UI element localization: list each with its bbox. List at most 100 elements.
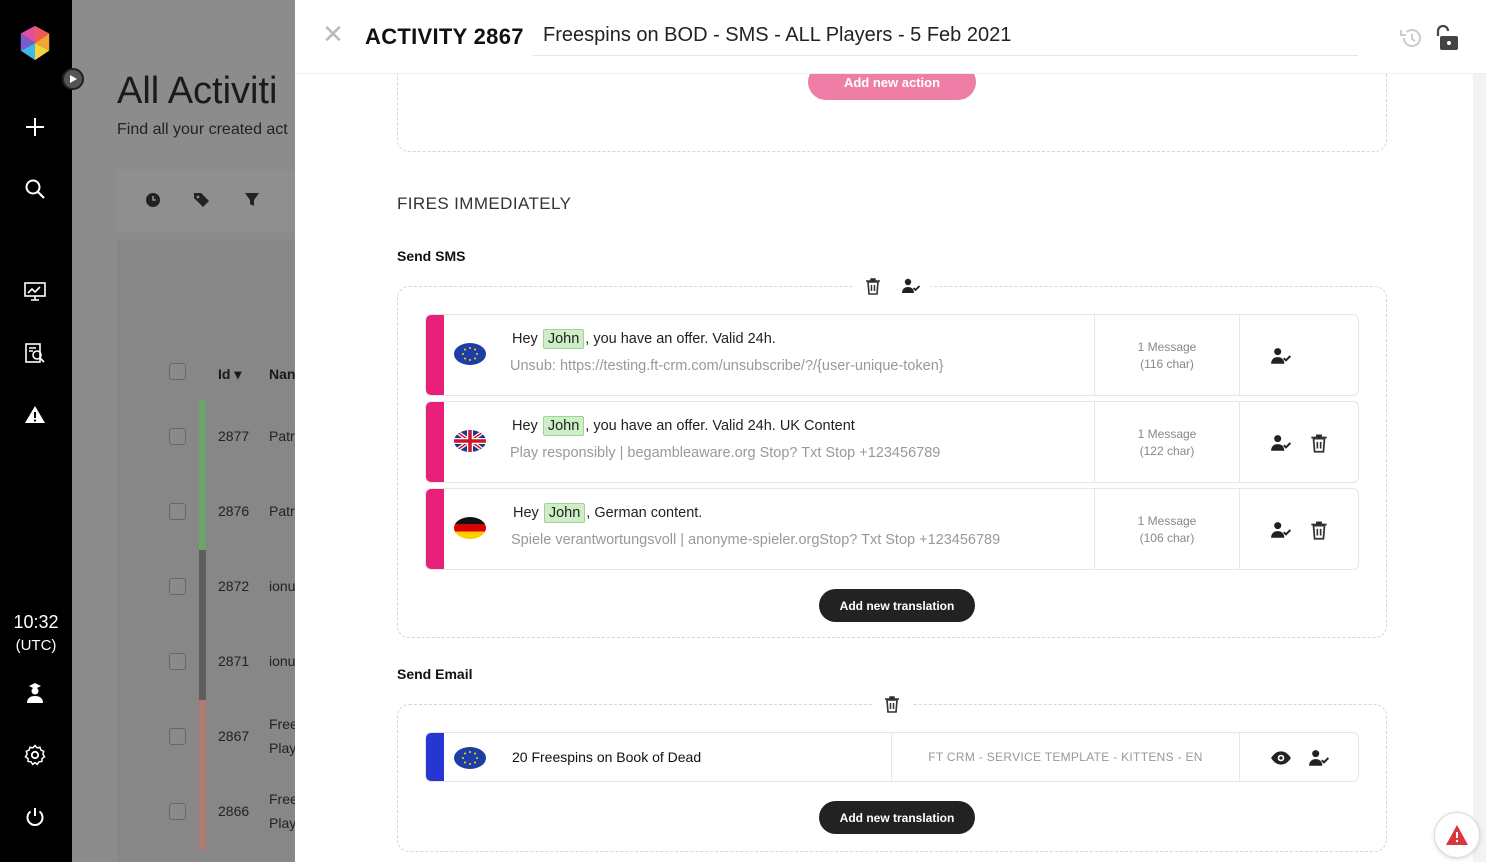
row-checkbox[interactable] (169, 728, 186, 745)
app-logo-icon[interactable] (16, 24, 54, 62)
tags-icon[interactable] (192, 190, 212, 210)
message-count: 1 Message (106 char) (1137, 514, 1197, 545)
eu-flag-icon (454, 747, 486, 769)
channel-stripe (426, 315, 444, 395)
row-id: 2877 (218, 428, 250, 444)
row-name: ionu (269, 653, 296, 669)
status-bar (199, 550, 206, 625)
row-name: Patr (269, 503, 295, 519)
message-body[interactable]: Hey John, you have an offer. Valid 24h. (512, 329, 776, 349)
divider (1239, 315, 1240, 395)
row-name: Patr (269, 428, 295, 444)
expand-sidebar-button[interactable] (62, 68, 84, 90)
message-count: 1 Message (122 char) (1137, 427, 1197, 458)
clock-timezone: (UTC) (15, 637, 57, 654)
play-icon (70, 75, 77, 83)
status-bar (199, 400, 206, 475)
placeholder-token: John (543, 503, 586, 523)
email-action-tools (872, 694, 912, 714)
trash-icon[interactable] (863, 276, 883, 296)
power-icon[interactable] (20, 802, 50, 832)
close-icon[interactable]: ✕ (321, 21, 345, 47)
activity-label: ACTIVITY 2867 (365, 24, 524, 49)
row-checkbox[interactable] (169, 578, 186, 595)
placeholder-token: John (542, 416, 585, 436)
message-text: Hey (512, 331, 538, 347)
academy-user-icon[interactable] (20, 678, 50, 708)
add-new-translation-button[interactable]: Add new translation (819, 589, 975, 622)
row-checkbox[interactable] (169, 803, 186, 820)
warning-icon[interactable] (20, 400, 50, 430)
message-text: , German content. (586, 505, 703, 521)
unlock-icon[interactable] (1431, 24, 1459, 52)
message-text: Hey (513, 505, 539, 521)
message-count: 1 Message (116 char) (1137, 340, 1197, 371)
sms-action-tools (853, 276, 931, 296)
row-name-line2: Play (269, 815, 297, 831)
placeholder-token: John (542, 329, 585, 349)
trash-icon[interactable] (1308, 432, 1330, 454)
section-title: FIRES IMMEDIATELY (397, 194, 572, 213)
message-footer: Play responsibly | begambleaware.org Sto… (510, 445, 941, 461)
history-icon[interactable] (1397, 24, 1425, 52)
status-bar (199, 475, 206, 550)
user-check-icon[interactable] (1270, 345, 1292, 367)
status-bar (199, 700, 206, 775)
filter-icon[interactable] (242, 190, 262, 210)
trash-icon[interactable] (882, 694, 902, 714)
row-name: Free (269, 716, 298, 732)
main-sidebar: 10:32 (UTC) (0, 0, 72, 862)
activity-drawer: ✕ ACTIVITY 2867 Freespins on BOD - SMS -… (295, 0, 1486, 862)
row-id: 2866 (218, 803, 250, 819)
add-icon[interactable] (20, 112, 50, 142)
row-id: 2876 (218, 503, 250, 519)
user-check-icon[interactable] (901, 276, 921, 296)
action-title-sms: Send SMS (397, 248, 466, 264)
channel-stripe (426, 489, 444, 569)
row-checkbox[interactable] (169, 503, 186, 520)
trash-icon[interactable] (1308, 519, 1330, 541)
settings-gear-icon[interactable] (20, 740, 50, 770)
row-checkbox[interactable] (169, 653, 186, 670)
clock-time: 10:32 (13, 612, 59, 632)
row-name: Free (269, 791, 298, 807)
de-flag-icon (454, 517, 486, 539)
select-all-checkbox[interactable] (169, 363, 186, 380)
divider (1239, 402, 1240, 482)
message-footer: Spiele verantwortungsvoll | anonyme-spie… (511, 532, 1001, 548)
activity-name-input[interactable]: Freespins on BOD - SMS - ALL Players - 5… (533, 24, 1358, 56)
eu-flag-icon (454, 343, 486, 365)
dashboard-chart-icon[interactable] (20, 276, 50, 306)
uk-flag-icon (454, 430, 486, 452)
alert-triangle-icon (1446, 825, 1468, 845)
sms-translation-card[interactable]: Hey John, German content. Spiele verantw… (425, 488, 1359, 570)
column-header-name[interactable]: Nan (269, 366, 295, 382)
email-translation-card[interactable]: 20 Freespins on Book of Dead FT CRM - SE… (425, 732, 1359, 782)
drawer-scrollbar[interactable] (1473, 74, 1486, 862)
column-header-id[interactable]: Id ▾ (218, 366, 241, 383)
alert-button[interactable] (1434, 812, 1480, 858)
reports-search-icon[interactable] (20, 338, 50, 368)
user-check-icon[interactable] (1270, 432, 1292, 454)
action-title-email: Send Email (397, 666, 473, 682)
drawer-header: ✕ ACTIVITY 2867 Freespins on BOD - SMS -… (295, 0, 1486, 74)
sms-translation-card[interactable]: Hey John, you have an offer. Valid 24h. … (425, 314, 1359, 396)
clock-icon[interactable] (143, 190, 163, 210)
divider (1239, 733, 1240, 781)
message-text: , you have an offer. Valid 24h. (585, 331, 776, 347)
row-id: 2871 (218, 653, 250, 669)
email-subject: 20 Freespins on Book of Dead (512, 749, 702, 765)
preview-eye-icon[interactable] (1270, 747, 1292, 769)
message-body[interactable]: Hey John, you have an offer. Valid 24h. … (512, 416, 855, 436)
sms-translation-card[interactable]: Hey John, you have an offer. Valid 24h. … (425, 401, 1359, 483)
row-name: ionu (269, 578, 296, 594)
page-title: All Activiti (117, 70, 278, 112)
row-name-line2: Play (269, 740, 297, 756)
add-new-translation-button[interactable]: Add new translation (819, 801, 975, 834)
user-check-icon[interactable] (1270, 519, 1292, 541)
user-check-icon[interactable] (1308, 747, 1330, 769)
message-body[interactable]: Hey John, German content. (513, 503, 702, 523)
row-checkbox[interactable] (169, 428, 186, 445)
row-id: 2867 (218, 728, 250, 744)
search-icon[interactable] (20, 174, 50, 204)
